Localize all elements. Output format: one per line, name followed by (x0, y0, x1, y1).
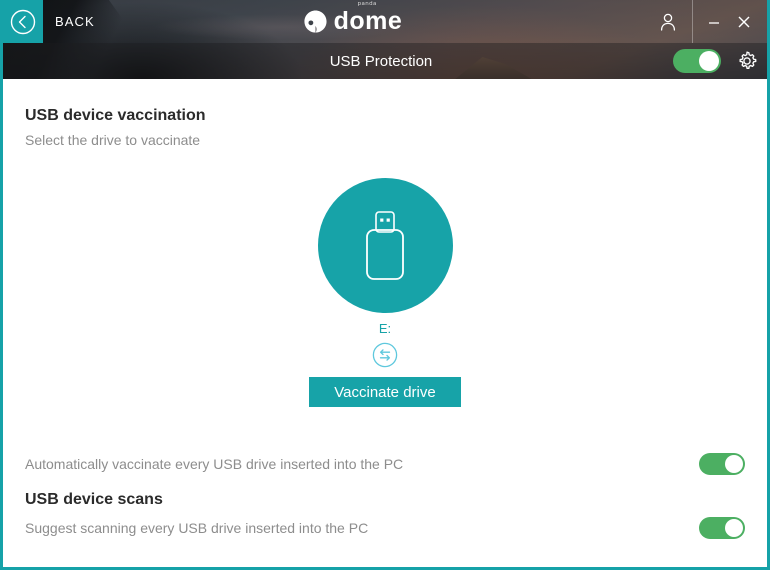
toggle-knob (699, 51, 719, 71)
gear-icon (739, 51, 757, 69)
close-icon (738, 16, 750, 27)
back-button[interactable] (3, 0, 43, 43)
title-bar: BACK panda dome (3, 0, 767, 43)
main-content: USB device vaccination Select the drive … (3, 79, 767, 567)
toggle-knob (725, 519, 743, 537)
minimize-icon (709, 21, 719, 24)
vaccinate-drive-button[interactable]: Vaccinate drive (309, 377, 461, 407)
brand-small-label: panda (357, 1, 377, 7)
swap-arrows-icon (372, 342, 398, 368)
module-actions (673, 49, 767, 73)
usb-device-scans-heading: USB device scans (25, 491, 163, 508)
auto-vaccinate-row: Automatically vaccinate every USB drive … (25, 453, 745, 475)
change-drive-button[interactable] (372, 342, 398, 368)
close-button[interactable] (729, 0, 759, 43)
usb-drive-button[interactable] (317, 178, 453, 313)
suggest-scan-label: Suggest scanning every USB drive inserte… (25, 520, 369, 536)
panda-logo-icon (304, 10, 327, 33)
app-window: BACK panda dome USB Protection USB devic… (0, 0, 770, 570)
app-logo: panda dome (55, 1, 650, 35)
selected-drive-letter: E: (378, 321, 392, 336)
drive-selector: E: Vaccinate drive (3, 178, 767, 407)
suggest-scan-row: Suggest scanning every USB drive inserte… (25, 517, 745, 539)
window-controls (650, 0, 767, 43)
usb-drive-icon (366, 210, 404, 280)
suggest-scan-toggle[interactable] (699, 517, 745, 539)
page-subtitle: Select the drive to vaccinate (25, 132, 201, 148)
usb-protection-toggle[interactable] (673, 49, 721, 73)
minimize-button[interactable] (699, 0, 729, 43)
module-title: USB Protection (329, 52, 433, 70)
brand-name-label: dome (333, 7, 403, 35)
auto-vaccinate-toggle[interactable] (699, 453, 745, 475)
module-bar: USB Protection (3, 43, 767, 79)
auto-vaccinate-label: Automatically vaccinate every USB drive … (25, 456, 404, 472)
window-controls-divider (692, 0, 693, 43)
user-icon (660, 13, 676, 31)
settings-button[interactable] (735, 49, 759, 73)
toggle-knob (725, 455, 743, 473)
back-chevron-icon (10, 9, 36, 34)
user-account-button[interactable] (650, 0, 686, 43)
page-title: USB device vaccination (25, 107, 206, 124)
